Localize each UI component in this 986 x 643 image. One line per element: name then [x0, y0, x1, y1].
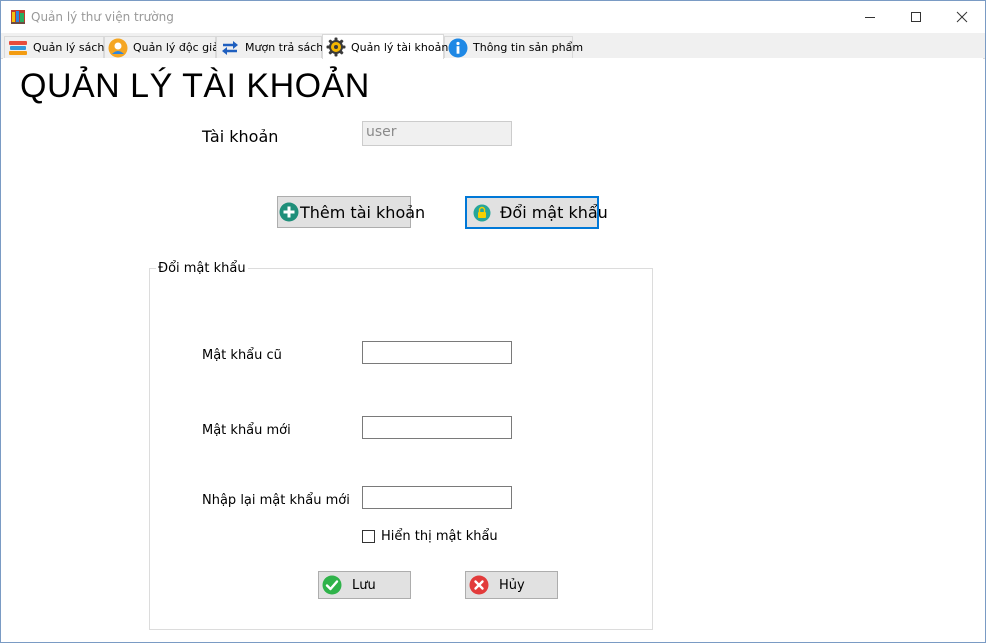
minimize-icon — [865, 17, 875, 18]
tab-label: Quản lý tài khoản — [351, 40, 449, 54]
close-button[interactable] — [939, 1, 985, 33]
add-account-button[interactable]: Thêm tài khoản — [277, 196, 425, 228]
account-label: Tài khoản — [202, 127, 279, 146]
confirm-password-field[interactable] — [362, 486, 512, 509]
save-button[interactable]: Lưu — [318, 571, 411, 599]
maximize-icon — [911, 12, 921, 22]
tab-label: Mượn trả sách — [245, 41, 324, 54]
info-icon — [448, 38, 468, 58]
new-password-field[interactable] — [362, 416, 512, 439]
app-window: Quản lý thư viện trường Quản lý sách Quả… — [0, 0, 986, 643]
new-password-label: Mật khẩu mới — [202, 423, 291, 438]
page-title: QUẢN LÝ TÀI KHOẢN — [20, 67, 370, 105]
save-label: Lưu — [352, 577, 376, 593]
old-password-label: Mật khẩu cũ — [202, 348, 282, 363]
check-circle-icon — [322, 575, 342, 595]
tab-muon-tra-sach[interactable]: Mượn trả sách — [216, 36, 324, 58]
tab-strip: Quản lý sách Quản lý độc giả Mượn trả sá… — [1, 33, 985, 59]
user-icon — [108, 38, 128, 58]
show-password-label[interactable]: Hiển thị mật khẩu — [381, 529, 498, 544]
cancel-circle-icon — [469, 575, 489, 595]
add-circle-icon — [279, 202, 299, 222]
books-icon — [8, 38, 28, 58]
tab-label: Quản lý độc giả — [133, 41, 219, 54]
change-password-label: Đổi mật khẩu — [500, 203, 608, 222]
window-title: Quản lý thư viện trường — [31, 10, 174, 24]
lock-icon — [473, 204, 491, 222]
tab-thong-tin-san-pham[interactable]: Thông tin sản phẩm — [444, 36, 583, 58]
cancel-label: Hủy — [499, 577, 525, 593]
gear-icon — [326, 37, 346, 57]
minimize-button[interactable] — [847, 1, 893, 33]
show-password-checkbox[interactable] — [362, 530, 375, 543]
confirm-password-label: Nhập lại mật khẩu mới — [202, 493, 350, 508]
change-password-button[interactable]: Đổi mật khẩu — [465, 196, 608, 229]
account-management-panel: QUẢN LÝ TÀI KHOẢN Tài khoản user Thêm tà… — [3, 58, 983, 640]
tab-quan-ly-doc-gia[interactable]: Quản lý độc giả — [104, 36, 219, 58]
library-app-icon — [10, 8, 26, 24]
cancel-button[interactable]: Hủy — [465, 571, 558, 599]
old-password-field[interactable] — [362, 341, 512, 364]
change-password-group-title: Đổi mật khẩu — [156, 261, 248, 276]
close-icon — [956, 11, 968, 23]
title-bar: Quản lý thư viện trường — [1, 1, 985, 33]
account-field: user — [362, 121, 512, 146]
maximize-button[interactable] — [893, 1, 939, 33]
tab-label: Quản lý sách — [33, 41, 105, 54]
add-account-label: Thêm tài khoản — [300, 202, 426, 222]
swap-arrows-icon — [220, 38, 240, 58]
tab-quan-ly-tai-khoan[interactable]: Quản lý tài khoản — [322, 34, 448, 59]
tab-quan-ly-sach[interactable]: Quản lý sách — [4, 36, 104, 58]
tab-label: Thông tin sản phẩm — [473, 41, 584, 54]
